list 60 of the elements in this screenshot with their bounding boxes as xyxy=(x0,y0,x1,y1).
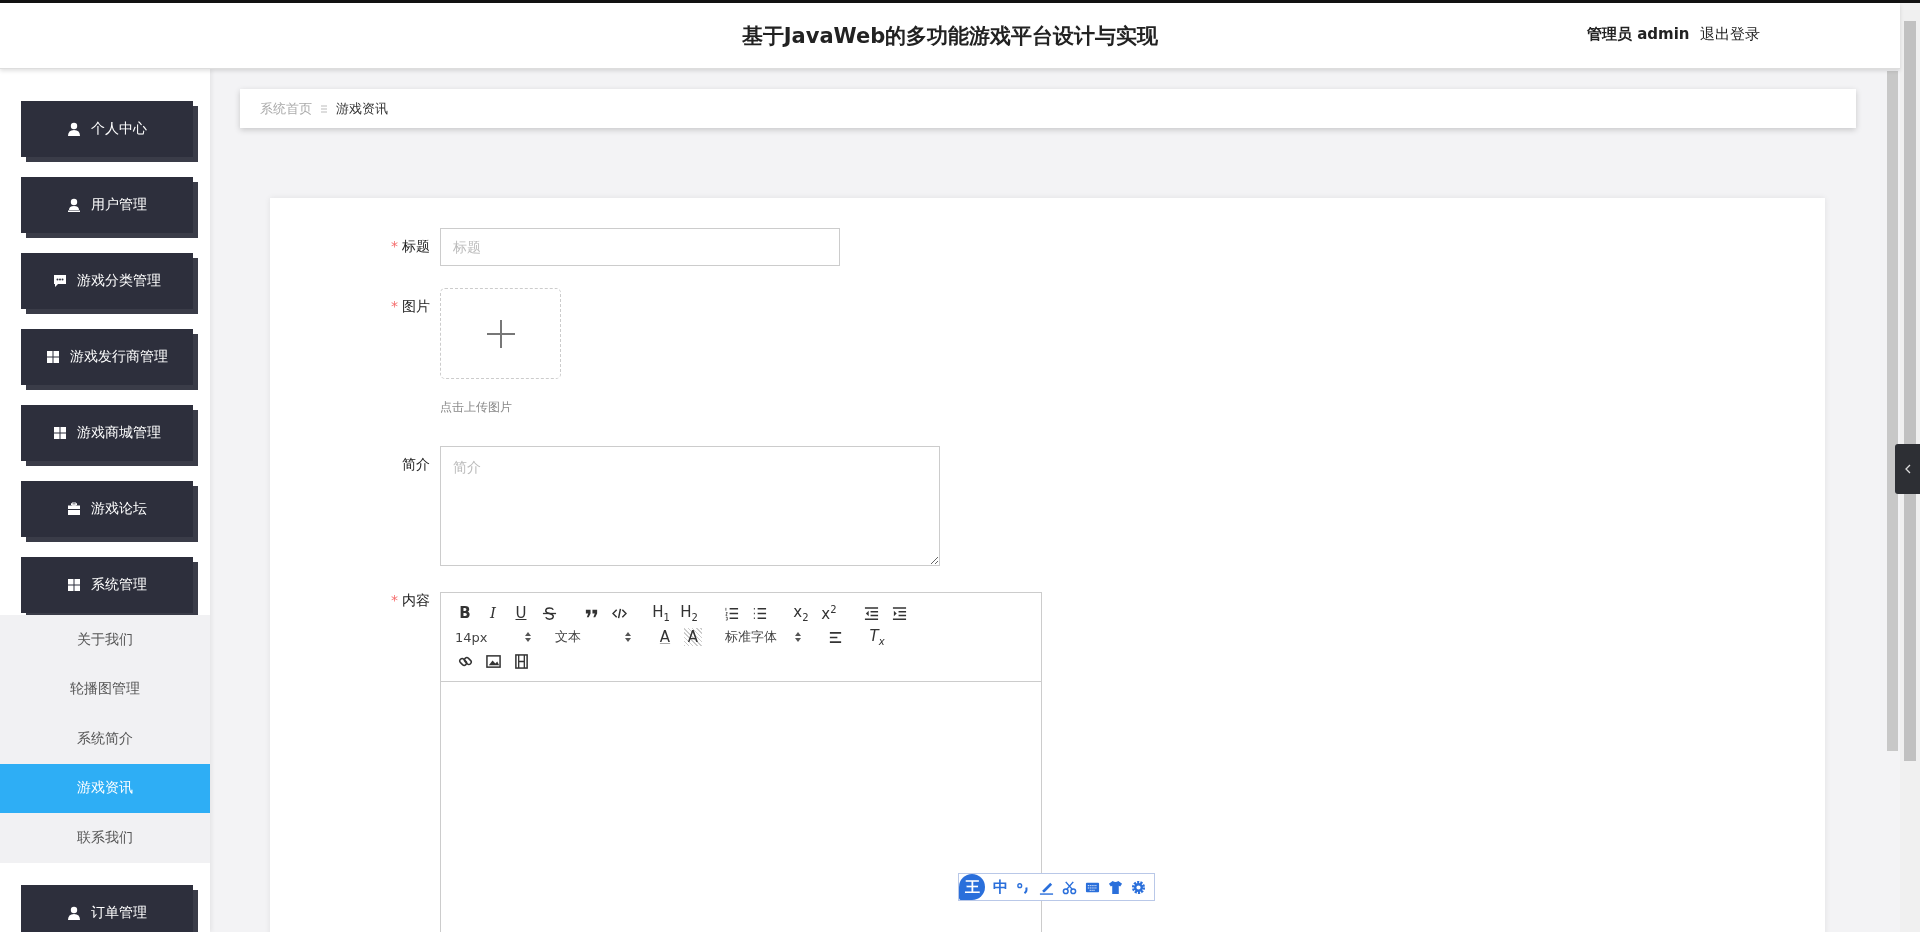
toolbar-button[interactable]: U xyxy=(507,601,535,625)
dropdown-select[interactable]: 14px xyxy=(451,625,537,649)
title-input[interactable]: 标题 xyxy=(440,228,840,266)
required-mark: * xyxy=(391,238,398,254)
required-mark: * xyxy=(391,298,398,314)
grid-icon xyxy=(67,578,81,592)
up-down-icon xyxy=(795,632,801,642)
bullet-list-icon xyxy=(751,605,767,621)
upload-hint: 点击上传图片 xyxy=(440,399,513,416)
shirt-icon[interactable] xyxy=(1108,879,1123,895)
toolbar-button[interactable]: T$_{x}$ xyxy=(863,625,891,649)
chat-icon xyxy=(53,274,67,288)
image-icon xyxy=(485,653,501,669)
ime-logo[interactable]: 王 xyxy=(959,874,985,900)
chevron-left-icon xyxy=(1904,464,1911,474)
settings-icon[interactable] xyxy=(1131,879,1146,895)
scissors-icon[interactable] xyxy=(1062,879,1077,895)
page-scrollbar[interactable] xyxy=(1900,3,1920,932)
submenu-item[interactable]: 轮播图管理 xyxy=(0,664,210,714)
submenu-item[interactable]: 联系我们 xyxy=(0,813,210,863)
up-down-icon xyxy=(625,632,631,642)
indent-icon xyxy=(891,605,907,621)
toolbar-button[interactable]: x$_{2}$ xyxy=(787,601,815,625)
plus-icon xyxy=(486,319,515,348)
briefcase-icon xyxy=(67,502,81,516)
toolbar-button[interactable]: A xyxy=(651,625,679,649)
separator-icon xyxy=(320,103,328,114)
toolbar-button[interactable]: A xyxy=(684,628,702,646)
field-label: 图片 xyxy=(402,298,430,314)
toolbar-button[interactable]: x$^{2}$ xyxy=(815,601,843,625)
breadcrumb-link[interactable]: 游戏资讯 xyxy=(336,99,388,118)
ime-mode-toggle[interactable]: 中 xyxy=(993,877,1008,897)
field-label: 简介 xyxy=(402,456,430,472)
numbered-list-icon xyxy=(723,605,739,621)
summary-textarea[interactable]: 简介 xyxy=(440,446,940,566)
toolbar-button[interactable]: H$_{1}$ xyxy=(647,601,675,625)
submenu-item[interactable]: 系统简介 xyxy=(0,714,210,764)
admin-label: 管理员 admin xyxy=(1587,25,1690,44)
film-icon xyxy=(513,653,529,669)
dropdown-select[interactable]: 标准字体 xyxy=(721,625,807,649)
person-icon xyxy=(67,122,81,136)
align-left-icon xyxy=(827,629,843,645)
outdent-icon xyxy=(863,605,879,621)
person-icon xyxy=(67,905,81,920)
field-label: 内容 xyxy=(402,592,430,608)
toolbar-button[interactable]: H$_{2}$ xyxy=(675,601,703,625)
logout-link[interactable]: 退出登录 xyxy=(1699,25,1760,44)
grid-icon xyxy=(46,350,60,364)
dropdown-select[interactable]: 文本 xyxy=(551,625,637,649)
required-mark: * xyxy=(391,592,398,608)
grid-icon xyxy=(53,426,67,440)
site-title: 基于JavaWeb的多功能游戏平台设计与实现 xyxy=(741,22,1159,50)
up-down-icon xyxy=(525,632,531,642)
toolbar-button[interactable]: B xyxy=(451,601,479,625)
field-label: 标题 xyxy=(402,238,430,254)
strikethrough-icon xyxy=(541,605,557,621)
submenu-item[interactable]: 关于我们 xyxy=(0,615,210,665)
scrollbar[interactable] xyxy=(1887,71,1898,751)
user-icon xyxy=(67,198,81,212)
toolbar-button[interactable]: I xyxy=(479,601,507,625)
